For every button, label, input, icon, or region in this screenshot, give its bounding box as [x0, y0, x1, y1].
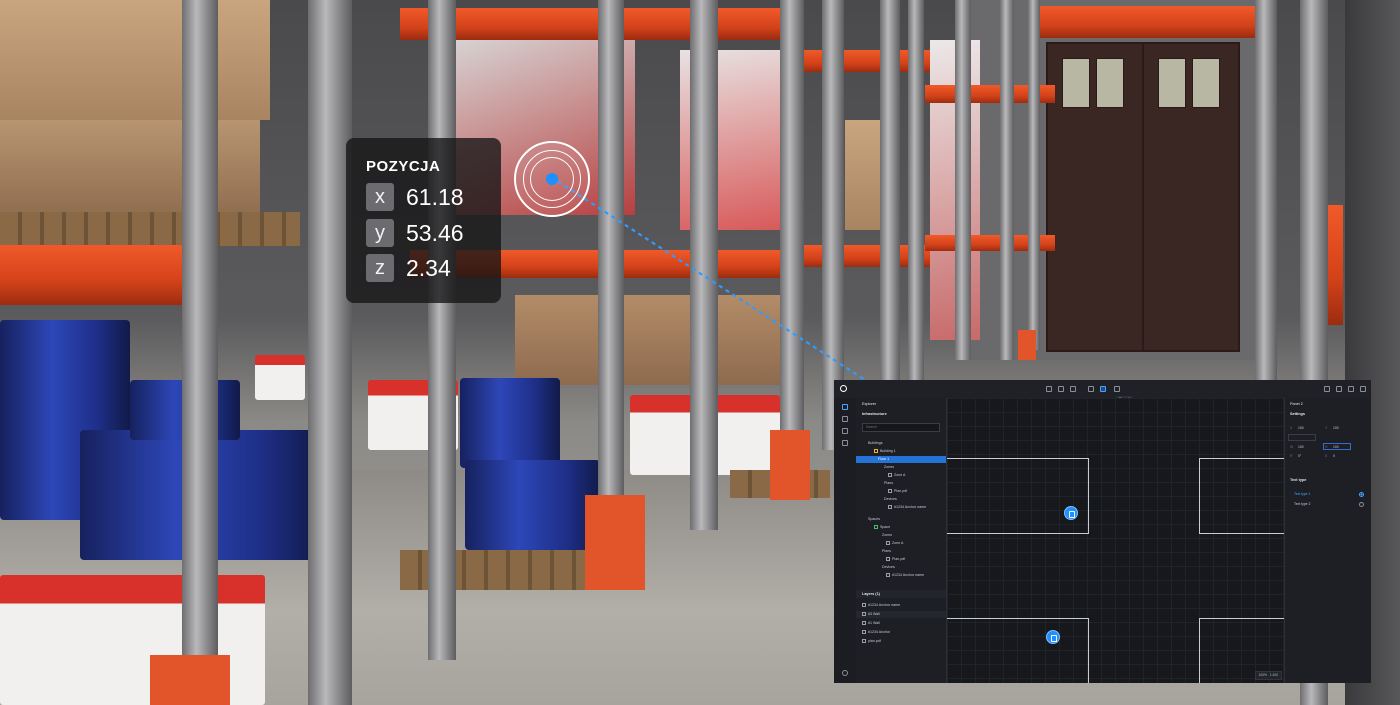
hand-tool-icon[interactable] [1058, 386, 1064, 392]
text-size-icon[interactable] [1324, 386, 1330, 392]
field-y[interactable]: Y 100 [1325, 425, 1339, 431]
app-logo [840, 385, 847, 392]
coord-row-z: z 2.34 [366, 254, 451, 282]
tree-item-plans[interactable]: Plans [856, 480, 946, 487]
room-outline[interactable] [947, 458, 1089, 534]
properties-panel: Panel 2 Settings X 100 Y 100 W 100 H 100 R 0°… [1284, 398, 1371, 683]
tree-item-space-zone[interactable]: Zone A [856, 540, 946, 547]
anchor-icon [862, 630, 866, 635]
play-icon[interactable] [1348, 386, 1354, 392]
zoom-level: 100% [1258, 673, 1267, 677]
tree-item-zones[interactable]: Zones [856, 464, 946, 471]
tree-item-spaces[interactable]: Spaces [856, 516, 946, 523]
zoom-control[interactable]: 100% 1:100 [1254, 671, 1282, 680]
select-tool-icon[interactable] [1046, 386, 1052, 392]
layers-rail-icon[interactable] [842, 416, 848, 422]
building-icon [874, 449, 878, 454]
marker-tool-icon[interactable] [1070, 386, 1076, 392]
folder-rail-icon[interactable] [842, 440, 848, 446]
floorplan-app-window: Floor 1 Explorer Infrastructure Search B… [834, 380, 1371, 683]
tree-item-building[interactable]: Building 1 [856, 448, 946, 455]
anchor-device-marker[interactable] [1046, 630, 1060, 644]
wall-tool-icon[interactable] [1100, 386, 1106, 392]
layer-item[interactable]: #1 Wall [856, 620, 946, 627]
wall-icon [862, 621, 866, 626]
layer-item[interactable]: #3 Wall [856, 611, 946, 618]
coord-value-z: 2.34 [406, 254, 451, 281]
zone-icon [886, 541, 890, 546]
target-dot [546, 173, 558, 185]
wall-icon [862, 612, 866, 617]
explorer-rail-icon[interactable] [842, 404, 848, 410]
tools-rail-icon[interactable] [842, 428, 848, 434]
top-toolbar [834, 380, 1371, 399]
text-type-heading[interactable]: Text type [1290, 478, 1306, 482]
tree-item-zone[interactable]: Zone A [856, 472, 946, 479]
coord-row-y: y 53.46 [366, 219, 464, 247]
room-outline[interactable] [947, 618, 1089, 683]
anchor-device-marker[interactable] [1064, 506, 1078, 520]
layer-item[interactable]: #1234 Anchor name [856, 602, 946, 609]
text-type-option-2[interactable]: Text type 2 [1294, 502, 1310, 506]
coord-value-y: 53.46 [406, 219, 464, 246]
coord-row-x: x 61.18 [366, 183, 464, 211]
tree-item-space[interactable]: Space [856, 524, 946, 531]
tree-item-space-plan-file[interactable]: Plan.pdf [856, 556, 946, 563]
layers-heading[interactable]: Layers (1) [856, 590, 946, 598]
position-title: POZYCJA [366, 158, 441, 175]
tree-item-floor[interactable]: Floor 1 [856, 456, 946, 463]
frame-tool-icon[interactable] [1114, 386, 1120, 392]
infrastructure-heading[interactable]: Infrastructure [862, 412, 887, 416]
tree-item-anchor[interactable]: #1234 Anchor name [856, 504, 946, 511]
settings-icon[interactable] [1360, 386, 1366, 392]
axis-label-y: y [366, 219, 394, 247]
anchor-icon [862, 603, 866, 608]
file-icon [888, 489, 892, 494]
position-target[interactable] [514, 141, 590, 217]
explorer-panel: Explorer Infrastructure Search Buildings… [856, 398, 947, 683]
file-icon [886, 557, 890, 562]
left-rail [834, 398, 857, 683]
axis-label-z: z [366, 254, 394, 282]
help-rail-icon[interactable] [842, 670, 848, 676]
layer-item[interactable]: #1234 Anchor [856, 629, 946, 636]
text-type-radio-2[interactable] [1359, 502, 1364, 507]
floorplan-canvas[interactable]: 100% 1:100 [947, 398, 1289, 683]
tree-item-space-devices[interactable]: Devices [856, 564, 946, 571]
contrast-icon[interactable] [1336, 386, 1342, 392]
text-type-option-1[interactable]: Text type 1 [1294, 492, 1310, 496]
field-box[interactable] [1288, 434, 1316, 441]
file-icon [862, 639, 866, 644]
field-h-active-box[interactable] [1323, 443, 1351, 450]
zone-icon [888, 473, 892, 478]
field-skew[interactable]: S0 [1325, 453, 1335, 459]
coord-value-x: 61.18 [406, 183, 464, 210]
field-w[interactable]: W 100 [1290, 444, 1304, 450]
explorer-search-input[interactable]: Search [862, 423, 940, 432]
text-type-radio-1[interactable] [1359, 492, 1364, 497]
tree-item-space-zones[interactable]: Zones [856, 532, 946, 539]
panel-title: Panel 2 [1290, 402, 1303, 406]
room-outline[interactable] [1199, 458, 1289, 534]
settings-heading[interactable]: Settings [1290, 412, 1305, 416]
tree-item-plan-file[interactable]: Plan.pdf [856, 488, 946, 495]
field-rotation[interactable]: R 0° [1290, 453, 1301, 459]
tree-item-devices[interactable]: Devices [856, 496, 946, 503]
space-icon [874, 525, 878, 530]
scale-value: 1:100 [1269, 673, 1278, 677]
anchor-icon [886, 573, 890, 578]
tree-item-space-plans[interactable]: Plans [856, 548, 946, 555]
field-x[interactable]: X 100 [1290, 425, 1304, 431]
explorer-title: Explorer [862, 402, 877, 406]
tree-item-buildings[interactable]: Buildings [856, 440, 946, 447]
position-card: POZYCJA x 61.18 y 53.46 z 2.34 [346, 138, 501, 303]
anchor-icon [888, 505, 892, 510]
axis-label-x: x [366, 183, 394, 211]
layer-item[interactable]: plan.pdf [856, 638, 946, 645]
tree-item-space-anchor[interactable]: #1234 Anchor name [856, 572, 946, 579]
comment-tool-icon[interactable] [1088, 386, 1094, 392]
